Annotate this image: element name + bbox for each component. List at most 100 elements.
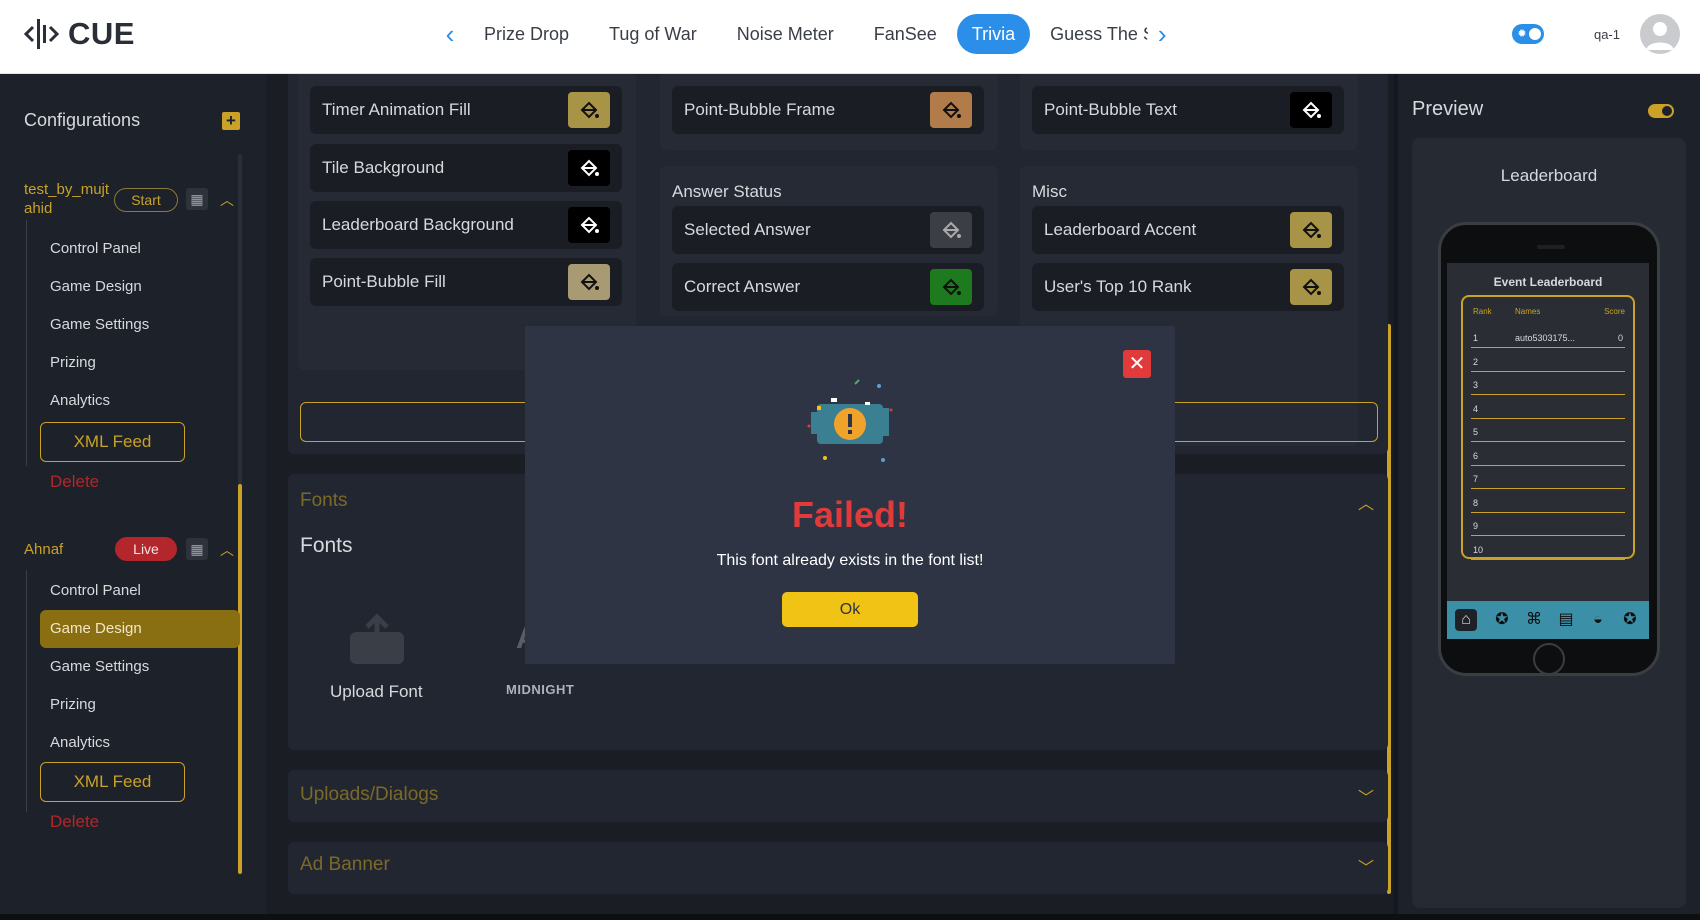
- delete-link[interactable]: Delete: [50, 472, 99, 492]
- phone-home-button: [1533, 643, 1565, 675]
- color-swatch[interactable]: [930, 269, 972, 305]
- color-label: Tile Background: [322, 158, 445, 177]
- accordion-title[interactable]: Uploads/Dialogs: [300, 784, 438, 806]
- color-row-leaderboard-background: Leaderboard Background: [310, 201, 622, 249]
- event-tree-line: [26, 570, 27, 812]
- user-icon: [1646, 22, 1674, 50]
- sidebar: Configurations + test_by_mujt ahid Start…: [0, 74, 266, 920]
- upload-icon[interactable]: [348, 614, 406, 666]
- leaderboard-rank: 8: [1473, 497, 1479, 508]
- tab-trivia[interactable]: Trivia: [956, 14, 1031, 54]
- paint-bucket-icon: [580, 216, 599, 234]
- chevron-up-icon[interactable]: ︿: [220, 540, 234, 560]
- leaderboard-row: 2: [1471, 349, 1625, 372]
- leaderboard-rank: 6: [1473, 450, 1479, 461]
- menu-game-design[interactable]: Game Design: [40, 268, 240, 306]
- ok-button[interactable]: Ok: [782, 592, 918, 627]
- color-label: Leaderboard Accent: [1044, 220, 1197, 239]
- leaderboard-row: 10: [1471, 537, 1625, 560]
- color-swatch[interactable]: [1290, 212, 1332, 248]
- menu-analytics[interactable]: Analytics: [40, 724, 240, 762]
- logo-text: CUE: [68, 16, 135, 51]
- gamepad-icon[interactable]: ⌘: [1523, 609, 1545, 631]
- color-row-leaderboard-accent: Leaderboard Accent: [1032, 206, 1344, 254]
- accordion-title[interactable]: Fonts: [300, 490, 348, 512]
- tab-fansee[interactable]: FanSee: [854, 14, 957, 54]
- status-badge-start[interactable]: Start: [114, 188, 178, 212]
- cue-logo-icon: [24, 19, 60, 49]
- chevron-down-icon[interactable]: ﹀: [1358, 854, 1374, 878]
- color-swatch[interactable]: [568, 150, 610, 186]
- menu-prizing[interactable]: Prizing: [40, 344, 240, 382]
- qr-code-icon[interactable]: ▦: [186, 188, 208, 210]
- color-row-correct-answer: Correct Answer: [672, 263, 984, 311]
- leaderboard-header-rank: Rank: [1473, 307, 1492, 316]
- xml-feed-button[interactable]: XML Feed: [40, 422, 185, 462]
- paint-bucket-icon: [1302, 101, 1321, 119]
- color-swatch[interactable]: [568, 264, 610, 300]
- event-name-line: ahid: [24, 200, 53, 217]
- menu-game-design[interactable]: Game Design: [40, 610, 240, 648]
- event-name[interactable]: Ahnaf: [24, 540, 63, 559]
- leaderboard-row: 9: [1471, 513, 1625, 536]
- add-configuration-button[interactable]: +: [222, 112, 240, 130]
- leaderboard-row: 4: [1471, 396, 1625, 419]
- phone-screen: Event Leaderboard Rank Names Score 1 auto…: [1447, 263, 1649, 639]
- star-badge-icon[interactable]: ✪: [1619, 609, 1641, 631]
- delete-link[interactable]: Delete: [50, 812, 99, 832]
- ad-banner-accordion[interactable]: Ad Banner ﹀: [288, 842, 1388, 894]
- prize-icon[interactable]: ◒: [1587, 609, 1609, 631]
- leaderboard-header-names: Names: [1515, 307, 1541, 316]
- leaderboard-rank: 5: [1473, 427, 1479, 437]
- uploads-dialogs-accordion[interactable]: Uploads/Dialogs ﹀: [288, 770, 1388, 822]
- tab-prize-drop[interactable]: Prize Drop: [464, 14, 589, 54]
- avatar[interactable]: [1640, 14, 1680, 54]
- leaderboard-rank: 9: [1473, 521, 1479, 531]
- preview-toggle[interactable]: [1648, 104, 1674, 118]
- close-button[interactable]: ✕: [1123, 350, 1151, 378]
- color-swatch[interactable]: [930, 92, 972, 128]
- event-name[interactable]: test_by_mujt ahid: [24, 180, 109, 218]
- color-swatch[interactable]: [568, 92, 610, 128]
- section-title: Answer Status: [672, 182, 782, 201]
- color-swatch[interactable]: [930, 212, 972, 248]
- color-swatch[interactable]: [1290, 269, 1332, 305]
- leaderboard-title: Event Leaderboard: [1493, 275, 1603, 289]
- cue-logo[interactable]: CUE: [24, 14, 135, 54]
- menu-game-settings[interactable]: Game Settings: [40, 306, 240, 344]
- leaderboard-rank: 2: [1473, 356, 1479, 367]
- status-badge-live[interactable]: Live: [115, 537, 177, 561]
- toggle-knob: [1528, 28, 1541, 40]
- xml-feed-button[interactable]: XML Feed: [40, 762, 185, 802]
- menu-prizing[interactable]: Prizing: [40, 686, 240, 724]
- chevron-down-icon[interactable]: ﹀: [1358, 784, 1374, 808]
- nav-prev-arrow[interactable]: ‹: [436, 14, 464, 54]
- theme-toggle[interactable]: ✹: [1511, 24, 1544, 44]
- menu-control-panel[interactable]: Control Panel: [40, 230, 240, 268]
- nav-next-arrow[interactable]: ›: [1148, 14, 1176, 54]
- upload-font-label[interactable]: Upload Font: [330, 682, 423, 702]
- error-modal: ✕ Failed! This font already exists in th…: [525, 326, 1175, 664]
- modal-message: This font already exists in the font lis…: [716, 552, 984, 569]
- menu-game-settings[interactable]: Game Settings: [40, 648, 240, 686]
- menu-analytics[interactable]: Analytics: [40, 382, 240, 420]
- tab-tug-of-war[interactable]: Tug of War: [589, 14, 717, 54]
- scoreboard-icon[interactable]: ▤: [1555, 609, 1577, 631]
- color-swatch[interactable]: [1290, 92, 1332, 128]
- preview-panel: Preview Leaderboard Event Leaderboard Ra…: [1398, 74, 1700, 920]
- color-label: Selected Answer: [684, 220, 811, 239]
- font-sample-name[interactable]: MIDNIGHT: [506, 682, 574, 697]
- menu-control-panel[interactable]: Control Panel: [40, 572, 240, 610]
- colors-column-2-top: Point-Bubble Frame: [660, 74, 998, 150]
- paint-bucket-icon: [580, 159, 599, 177]
- accordion-title[interactable]: Ad Banner: [300, 854, 390, 876]
- chevron-up-icon[interactable]: ︿: [1358, 490, 1374, 514]
- star-badge-icon[interactable]: ✪: [1491, 609, 1513, 631]
- tab-guess-the-score[interactable]: Guess The Sco: [1030, 14, 1148, 54]
- chevron-up-icon[interactable]: ︿: [220, 190, 234, 210]
- home-icon[interactable]: ⌂: [1455, 609, 1477, 631]
- tab-noise-meter[interactable]: Noise Meter: [717, 14, 854, 54]
- qr-code-icon[interactable]: ▦: [186, 538, 208, 560]
- paint-bucket-icon: [942, 221, 961, 239]
- color-swatch[interactable]: [568, 207, 610, 243]
